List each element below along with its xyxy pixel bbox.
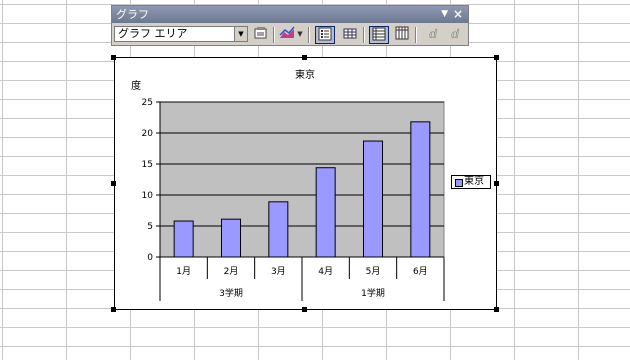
chart-toolbar: グラフ ▼ × グラフ エリア ▼ ▼ ⅆ ⅆ bbox=[111, 5, 469, 46]
toolbar-options-icon[interactable]: ▼ bbox=[441, 6, 448, 23]
x-tick-label: 5月 bbox=[366, 266, 381, 277]
format-icon bbox=[254, 27, 267, 39]
separator bbox=[308, 27, 310, 43]
x-tick-label: 4月 bbox=[318, 266, 333, 277]
y-tick-label: 10 bbox=[142, 191, 154, 201]
angle-text-upward-button[interactable]: ⅆ bbox=[445, 26, 465, 44]
x-group-label: 1学期 bbox=[361, 287, 385, 299]
chart-svg: 東京 度 0 5 10 15 20 25 1月 2月 3月 4月 5月 6月 3学期 1学期 bbox=[131, 68, 445, 301]
y-tick-label: 25 bbox=[142, 98, 153, 108]
plot-area[interactable]: 0 5 10 15 20 25 1月 2月 3月 4月 5月 6月 3学期 1学期 bbox=[142, 98, 445, 301]
chart-type-button[interactable] bbox=[277, 26, 297, 44]
chart-title: 東京 bbox=[295, 68, 315, 81]
bar bbox=[268, 201, 289, 258]
selection-handle[interactable] bbox=[111, 307, 116, 312]
chart-type-icon bbox=[279, 26, 295, 38]
x-tick-label: 2月 bbox=[224, 266, 239, 277]
selection-handle[interactable] bbox=[302, 55, 307, 60]
toolbar-titlebar[interactable]: グラフ ▼ × bbox=[112, 6, 468, 23]
x-tick-label: 1月 bbox=[176, 266, 191, 277]
legend-label: 東京 bbox=[464, 176, 484, 187]
bar bbox=[363, 140, 383, 258]
separator bbox=[363, 27, 365, 43]
y-tick-label: 5 bbox=[147, 222, 153, 232]
by-row-icon bbox=[372, 27, 386, 41]
selection-handle[interactable] bbox=[494, 307, 499, 312]
x-group-label: 3学期 bbox=[219, 287, 243, 299]
y-tick-label: 15 bbox=[142, 160, 153, 170]
separator bbox=[273, 27, 275, 43]
chart-object-select-value: グラフ エリア bbox=[118, 27, 188, 40]
chart-legend[interactable]: 東京 bbox=[451, 175, 491, 189]
toolbar-row: グラフ エリア ▼ ▼ ⅆ ⅆ bbox=[112, 23, 468, 45]
data-table-button[interactable] bbox=[340, 26, 360, 44]
legend-swatch bbox=[455, 179, 463, 187]
y-axis-label: 度 bbox=[131, 79, 141, 92]
chart-object-select[interactable]: グラフ エリア ▼ bbox=[114, 26, 248, 42]
format-chart-area-button[interactable] bbox=[251, 26, 271, 44]
chart-type-dropdown[interactable]: ▼ bbox=[295, 26, 305, 44]
bar bbox=[221, 218, 241, 258]
by-column-button[interactable] bbox=[392, 26, 412, 44]
selection-handle[interactable] bbox=[111, 55, 116, 60]
separator bbox=[415, 27, 417, 43]
bar bbox=[410, 121, 431, 258]
legend-button[interactable] bbox=[315, 26, 335, 44]
selection-handle[interactable] bbox=[494, 181, 499, 186]
angle-text-downward-button[interactable]: ⅆ bbox=[423, 26, 443, 44]
x-tick-label: 3月 bbox=[271, 266, 286, 277]
selection-handle[interactable] bbox=[494, 55, 499, 60]
toolbar-title: グラフ bbox=[116, 8, 149, 21]
chevron-down-icon[interactable]: ▼ bbox=[234, 27, 247, 41]
selection-handle[interactable] bbox=[111, 181, 116, 186]
close-icon[interactable]: × bbox=[453, 6, 463, 23]
bar bbox=[173, 220, 194, 258]
chart-area[interactable]: 東京 度 0 5 10 15 20 25 1月 2月 3月 4月 5月 6月 3学期 1学期 bbox=[114, 57, 497, 310]
selection-handle[interactable] bbox=[302, 307, 307, 312]
data-table-icon bbox=[343, 28, 357, 39]
y-tick-label: 0 bbox=[147, 253, 153, 263]
by-column-icon bbox=[395, 26, 409, 40]
y-tick-label: 20 bbox=[142, 129, 154, 139]
x-tick-label: 6月 bbox=[413, 266, 428, 277]
legend-icon bbox=[318, 27, 332, 41]
plot-background bbox=[159, 101, 445, 258]
angle-text-upward-icon: ⅆ bbox=[450, 27, 460, 41]
bar bbox=[315, 167, 336, 258]
by-row-button[interactable] bbox=[369, 26, 389, 44]
angle-text-downward-icon: ⅆ bbox=[428, 27, 438, 41]
